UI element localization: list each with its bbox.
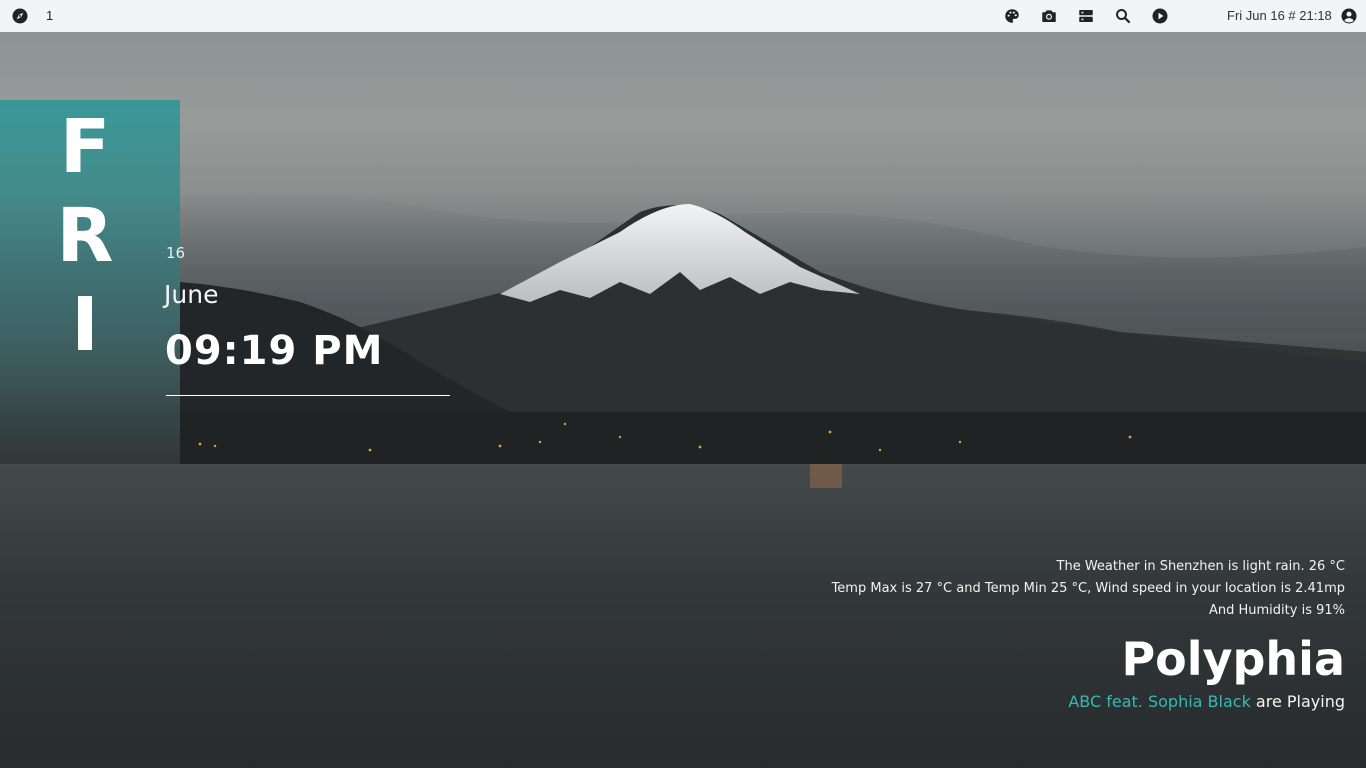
day-letter-1: F [59,104,111,190]
divider-line [166,395,450,396]
workspace-indicator[interactable]: 1 [46,8,53,23]
account-icon[interactable] [1340,7,1358,25]
day-letter-2: R [56,193,114,279]
storage-icon[interactable] [1077,7,1095,25]
now-playing-suffix: are Playing [1250,692,1345,711]
now-playing-artist: Polyphia [1121,632,1345,686]
weather-line-1: The Weather in Shenzhen is light rain. 2… [1056,559,1345,574]
day-letter-3: I [71,282,99,368]
time-display: 09:19 PM [165,328,384,374]
play-icon[interactable] [1151,7,1169,25]
topbar-clock[interactable]: Fri Jun 16 # 21:18 [1227,8,1332,23]
compass-icon[interactable] [11,7,29,25]
weather-line-3: And Humidity is 91% [1208,603,1345,618]
now-playing-song: ABC feat. Sophia Black [1068,692,1251,711]
month-label: June [164,280,219,309]
palette-icon[interactable] [1003,7,1021,25]
camera-icon[interactable] [1040,7,1058,25]
weather-line-2: Temp Max is 27 °C and Temp Min 25 °C, Wi… [831,581,1345,596]
top-bar: 1 Fri Jun 16 # 21:18 [0,0,1366,32]
day-number: 16 [166,244,186,262]
now-playing-track: ABC feat. Sophia Black are Playing [1068,692,1345,711]
search-icon[interactable] [1114,7,1132,25]
